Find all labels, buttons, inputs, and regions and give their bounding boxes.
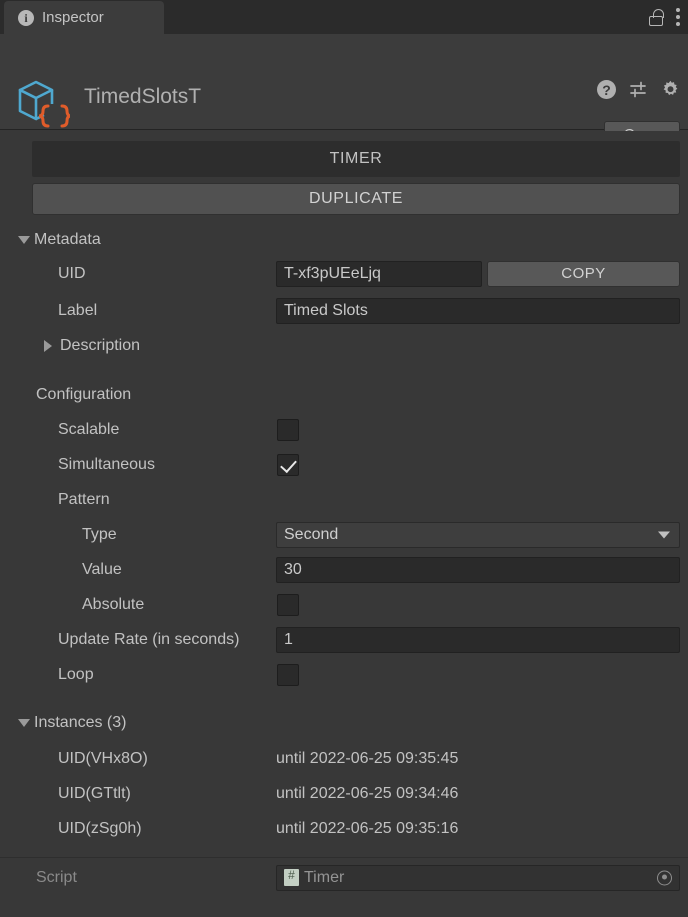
object-title: TimedSlotsT (84, 85, 202, 108)
instance-expiry: until 2022-06-25 09:35:45 (276, 749, 459, 767)
foldout-triangle-right-icon (44, 339, 52, 352)
update-rate-label: Update Rate (in seconds) (58, 630, 240, 648)
foldout-triangle-down-icon (18, 235, 30, 244)
tab-inspector[interactable]: i Inspector (4, 1, 164, 34)
scalable-label: Scalable (58, 420, 120, 438)
csharp-script-icon (284, 868, 299, 886)
scalable-row: Scalable (0, 414, 688, 445)
info-icon: i (18, 9, 34, 26)
tab-inspector-label: Inspector (42, 9, 104, 26)
metadata-foldout[interactable]: Metadata (0, 224, 688, 255)
label-row: Label Timed Slots (0, 295, 688, 326)
tabbar-actions (649, 0, 680, 34)
list-item[interactable]: UID(GTtlt) until 2022-06-25 09:34:46 (0, 778, 688, 809)
script-value: Timer (304, 868, 345, 886)
divider (0, 857, 688, 858)
update-rate-row: Update Rate (in seconds) 1 (0, 624, 688, 655)
absolute-row: Absolute (0, 589, 688, 620)
copy-button[interactable]: COPY (487, 260, 680, 287)
gear-icon[interactable] (661, 80, 680, 99)
value-label: Value (82, 560, 122, 578)
scriptable-object-icon (14, 78, 72, 130)
description-label: Description (60, 336, 141, 354)
pattern-row: Pattern (0, 484, 688, 515)
script-row: Script Timer (0, 862, 688, 893)
header-icon-group: ? (597, 80, 680, 99)
instances-foldout[interactable]: Instances (3) (0, 707, 688, 738)
instance-expiry: until 2022-06-25 09:35:16 (276, 819, 459, 837)
type-dropdown[interactable]: Second (276, 521, 680, 548)
loop-checkbox[interactable] (277, 663, 299, 686)
object-picker-icon[interactable] (657, 870, 672, 885)
type-header: TIMER (32, 141, 680, 177)
absolute-checkbox[interactable] (277, 593, 299, 616)
instance-uid: UID(VHx8O) (58, 749, 148, 767)
simultaneous-label: Simultaneous (58, 455, 155, 473)
foldout-triangle-down-icon (18, 718, 30, 727)
update-rate-input[interactable]: 1 (276, 626, 680, 653)
type-row: Type Second (0, 519, 688, 550)
chevron-down-icon (658, 531, 670, 538)
scalable-checkbox[interactable] (277, 418, 299, 441)
preset-icon[interactable] (629, 80, 648, 99)
instance-expiry: until 2022-06-25 09:34:46 (276, 784, 459, 802)
value-row: Value 30 (0, 554, 688, 585)
label-input[interactable]: Timed Slots (276, 297, 680, 324)
list-item[interactable]: UID(VHx8O) until 2022-06-25 09:35:45 (0, 743, 688, 774)
object-header: TimedSlotsT ? Open (0, 34, 688, 148)
script-object-field[interactable]: Timer (276, 864, 680, 891)
script-label: Script (36, 868, 77, 886)
inspector-tabbar: i Inspector (0, 0, 688, 34)
duplicate-button[interactable]: DUPLICATE (32, 183, 680, 215)
label-label: Label (58, 301, 98, 319)
lock-icon[interactable] (649, 8, 664, 26)
type-dropdown-value: Second (284, 525, 339, 543)
value-input[interactable]: 30 (276, 556, 680, 583)
simultaneous-checkbox[interactable] (277, 453, 299, 476)
loop-row: Loop (0, 659, 688, 690)
uid-label: UID (58, 264, 86, 282)
help-icon[interactable]: ? (597, 80, 616, 99)
inspector-body: TIMER DUPLICATE Metadata UID T-xf3pUEeLj… (0, 131, 688, 917)
instance-uid: UID(zSg0h) (58, 819, 142, 837)
metadata-label: Metadata (34, 230, 101, 248)
loop-label: Loop (58, 665, 94, 683)
pattern-label: Pattern (58, 490, 110, 508)
list-item[interactable]: UID(zSg0h) until 2022-06-25 09:35:16 (0, 813, 688, 844)
absolute-label: Absolute (82, 595, 145, 613)
description-foldout[interactable]: Description (0, 330, 688, 361)
kebab-menu-icon[interactable] (676, 8, 680, 26)
uid-input[interactable]: T-xf3pUEeLjq (276, 260, 482, 287)
uid-row: UID T-xf3pUEeLjq COPY (0, 258, 688, 289)
instances-label: Instances (3) (34, 713, 127, 731)
configuration-section: Configuration (0, 379, 688, 410)
simultaneous-row: Simultaneous (0, 449, 688, 480)
configuration-label: Configuration (36, 385, 132, 403)
instance-uid: UID(GTtlt) (58, 784, 131, 802)
type-label: Type (82, 525, 117, 543)
